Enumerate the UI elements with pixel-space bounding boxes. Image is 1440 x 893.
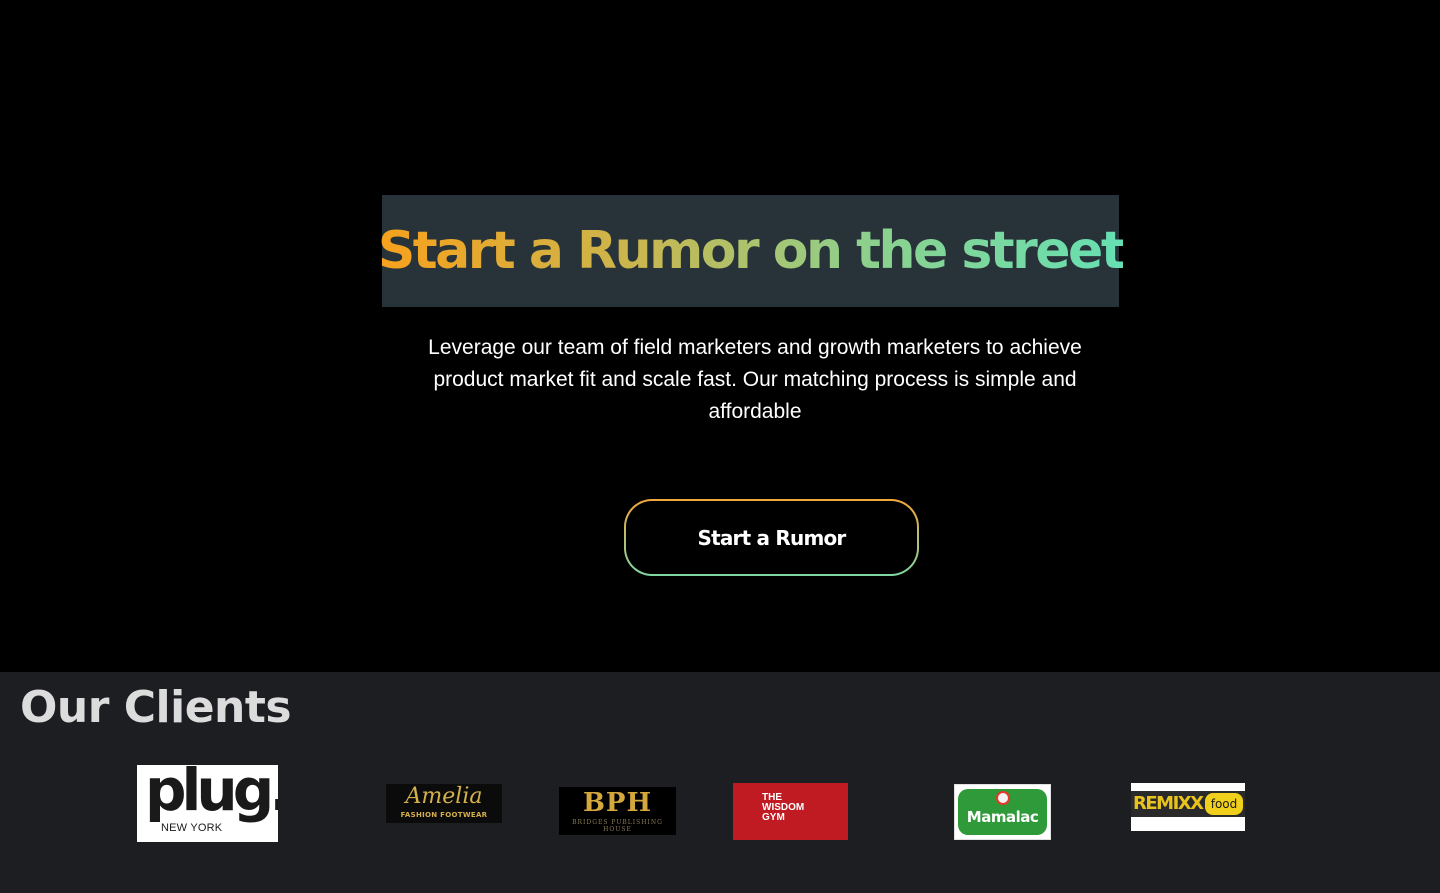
- clients-section: Our Clients plug. NEW YORK Amelia FASHIO…: [0, 672, 1440, 893]
- bph-logo-word: BPH: [582, 788, 653, 818]
- plug-logo-word: plug.: [145, 765, 278, 824]
- client-logo-amelia: Amelia FASHION FOOTWEAR: [386, 784, 502, 823]
- wisdom-gym-logo-word: THE WISDOM GYM: [762, 792, 805, 823]
- remixx-logo-food: food: [1205, 793, 1243, 815]
- mamalac-logo-word: Mamalac: [966, 808, 1039, 826]
- start-rumor-button[interactable]: Start a Rumor: [626, 501, 917, 574]
- mamalac-badge: Mamalac: [958, 789, 1047, 835]
- amelia-logo-word: Amelia: [405, 784, 483, 809]
- client-logo-bph: BPH BRIDGES PUBLISHING HOUSE: [559, 787, 676, 835]
- hero-subtext: Leverage our team of field marketers and…: [428, 336, 1082, 423]
- client-logo-wisdom-gym: THE WISDOM GYM: [733, 783, 848, 840]
- client-logo-plug: plug. NEW YORK: [137, 765, 278, 842]
- bph-logo-sub: BRIDGES PUBLISHING HOUSE: [572, 819, 663, 833]
- hero-section: Start a Rumor on the street Leverage our…: [0, 0, 1440, 672]
- headline-box: Start a Rumor on the street: [378, 195, 1126, 307]
- client-logo-mamalac: Mamalac: [954, 784, 1051, 840]
- clients-title: Our Clients: [20, 682, 292, 733]
- remixx-logo-word: REMIXX: [1133, 793, 1204, 814]
- cta-border: Start a Rumor: [624, 499, 919, 576]
- client-logo-remixx: REMIXX food: [1131, 783, 1245, 831]
- amelia-logo-sub: FASHION FOOTWEAR: [400, 811, 488, 819]
- hero-headline: Start a Rumor on the street: [377, 221, 1126, 281]
- mamalac-drop-icon: [996, 791, 1010, 805]
- plug-logo-sub: NEW YORK: [161, 822, 223, 834]
